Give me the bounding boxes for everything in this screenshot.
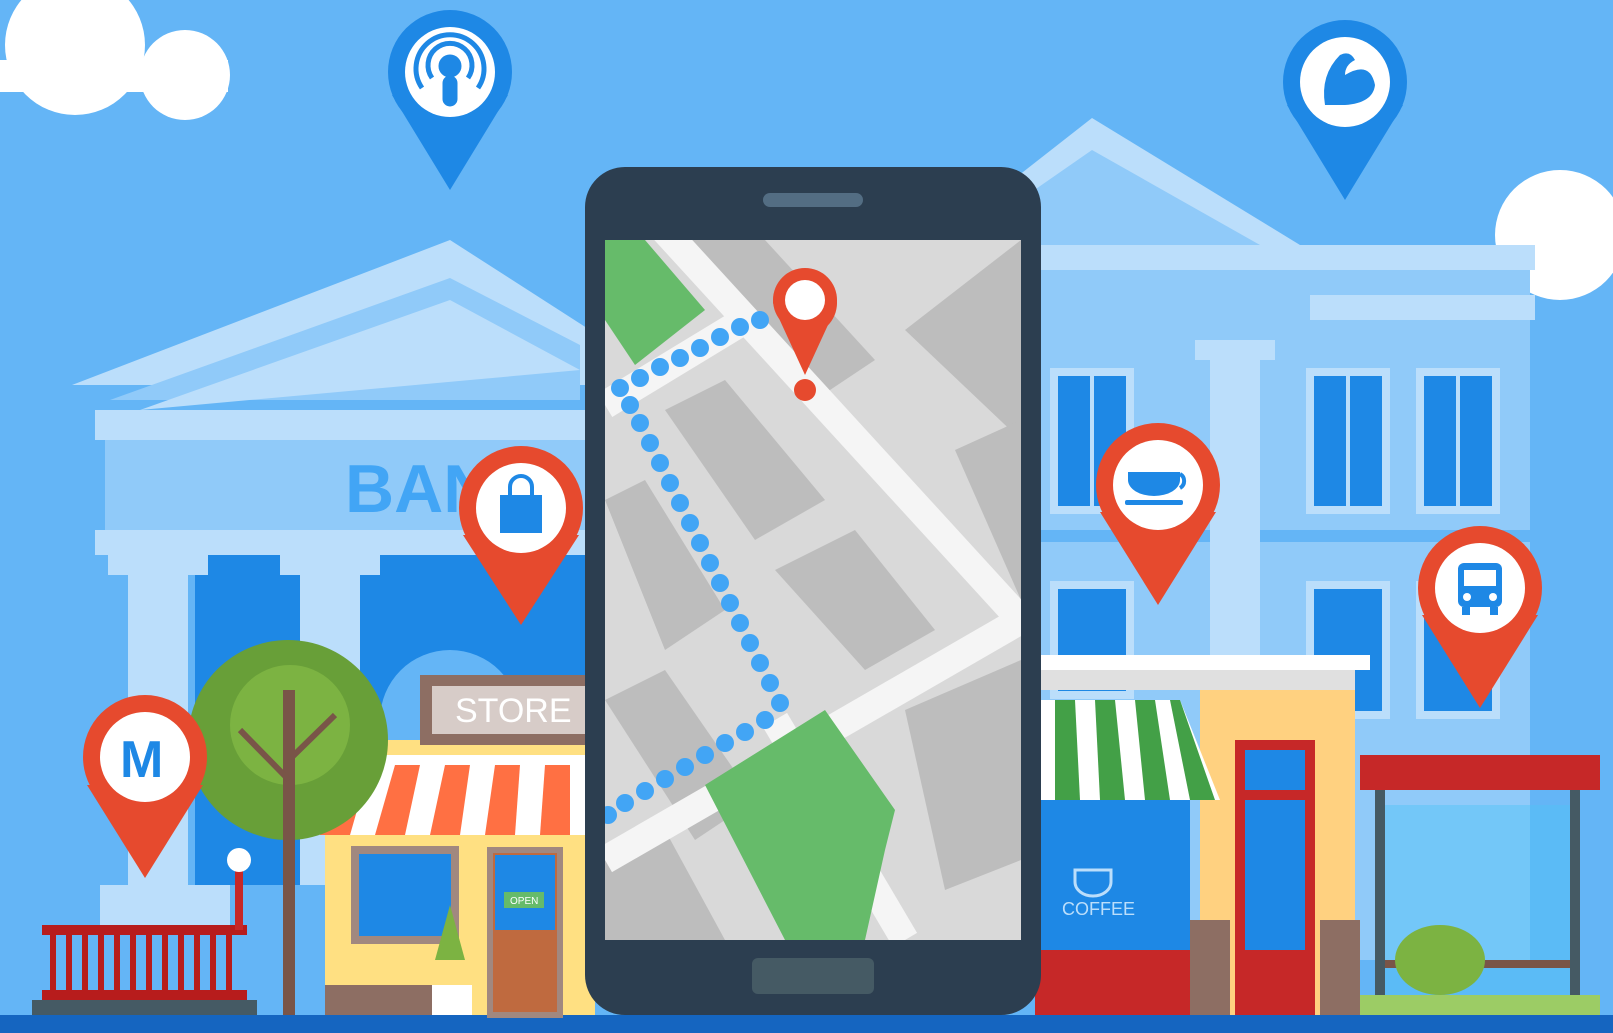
coffee-sign: COFFEE (1062, 899, 1135, 919)
open-sign: OPEN (510, 896, 538, 907)
store-sign: STORE (455, 692, 572, 730)
metro-icon: M (120, 731, 163, 789)
phone-speaker (763, 193, 863, 207)
coffee-cup-icon (1125, 472, 1187, 505)
city-navigation-illustration: BANK STORE OPEN COFFEE M (0, 0, 1613, 1033)
street-ground (0, 1015, 1613, 1033)
map-screen[interactable] (599, 220, 1021, 940)
phone-home-button[interactable] (752, 958, 874, 994)
coffee-shop: COFFEE (1035, 655, 1370, 1015)
smartphone (585, 167, 1041, 1015)
location-pin-icon (785, 280, 825, 320)
